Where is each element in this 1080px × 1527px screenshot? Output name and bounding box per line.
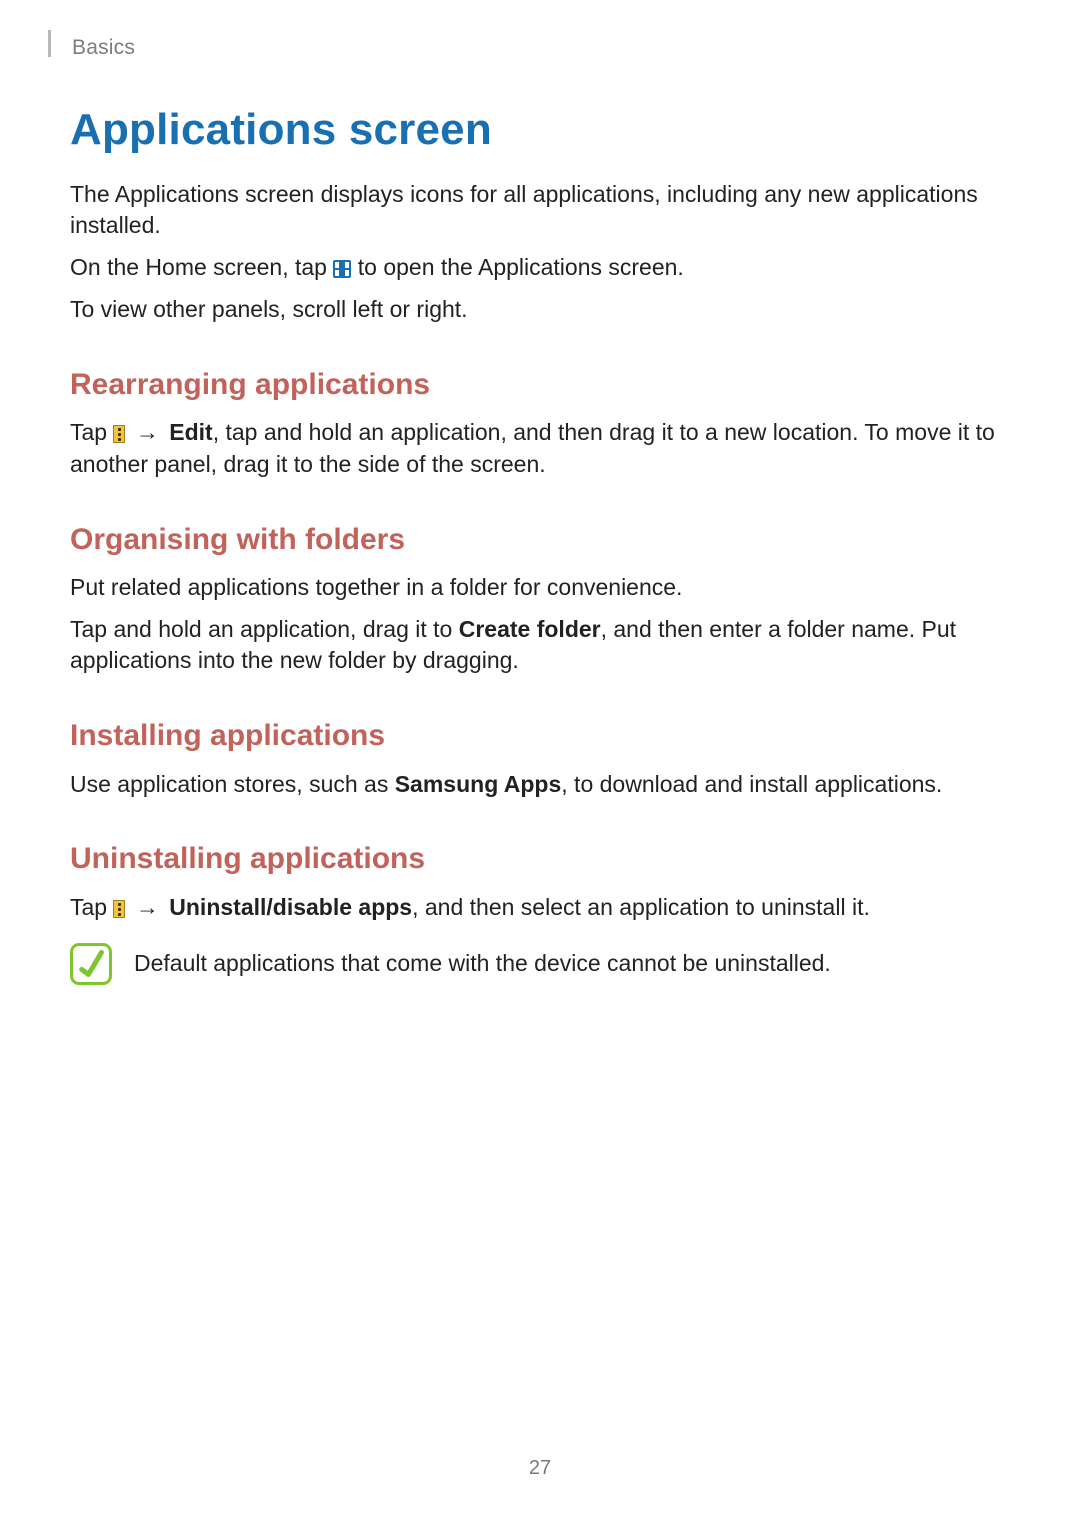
note-text: Default applications that come with the … xyxy=(134,948,831,980)
intro-paragraph: The Applications screen displays icons f… xyxy=(70,179,1010,242)
header-rule xyxy=(48,30,51,57)
uninstalling-line: Tap → Uninstall/disable apps, and then s… xyxy=(70,892,1010,924)
home-screen-line: On the Home screen, tap to open the Appl… xyxy=(70,252,1010,284)
create-folder-label: Create folder xyxy=(459,616,601,642)
note-row: Default applications that come with the … xyxy=(70,943,1010,985)
text: to open the Applications screen. xyxy=(351,254,683,280)
text: , to download and install applications. xyxy=(561,771,942,797)
heading-organising: Organising with folders xyxy=(70,519,1010,560)
samsung-apps-label: Samsung Apps xyxy=(395,771,562,797)
arrow-icon: → xyxy=(125,894,169,920)
uninstall-label: Uninstall/disable apps xyxy=(169,894,412,920)
text: On the Home screen, tap xyxy=(70,254,333,280)
section-header: Basics xyxy=(72,34,135,63)
heading-rearranging: Rearranging applications xyxy=(70,364,1010,405)
page-title: Applications screen xyxy=(70,100,1010,161)
scroll-line: To view other panels, scroll left or rig… xyxy=(70,294,1010,326)
more-options-icon xyxy=(113,900,125,918)
page-number: 27 xyxy=(0,1455,1080,1483)
note-icon xyxy=(70,943,112,985)
edit-label: Edit xyxy=(169,419,212,445)
more-options-icon xyxy=(113,425,125,443)
rearranging-line: Tap → Edit, tap and hold an application,… xyxy=(70,417,1010,480)
arrow-icon: → xyxy=(125,419,169,445)
apps-grid-icon xyxy=(333,260,351,278)
page-content: Applications screen The Applications scr… xyxy=(0,0,1080,985)
text: Tap xyxy=(70,419,113,445)
text: , and then select an application to unin… xyxy=(412,894,870,920)
text: Use application stores, such as xyxy=(70,771,395,797)
text: Tap and hold an application, drag it to xyxy=(70,616,459,642)
heading-installing: Installing applications xyxy=(70,715,1010,756)
installing-line: Use application stores, such as Samsung … xyxy=(70,769,1010,801)
heading-uninstalling: Uninstalling applications xyxy=(70,838,1010,879)
organising-p1: Put related applications together in a f… xyxy=(70,572,1010,604)
text: Tap xyxy=(70,894,113,920)
organising-p2: Tap and hold an application, drag it to … xyxy=(70,614,1010,677)
